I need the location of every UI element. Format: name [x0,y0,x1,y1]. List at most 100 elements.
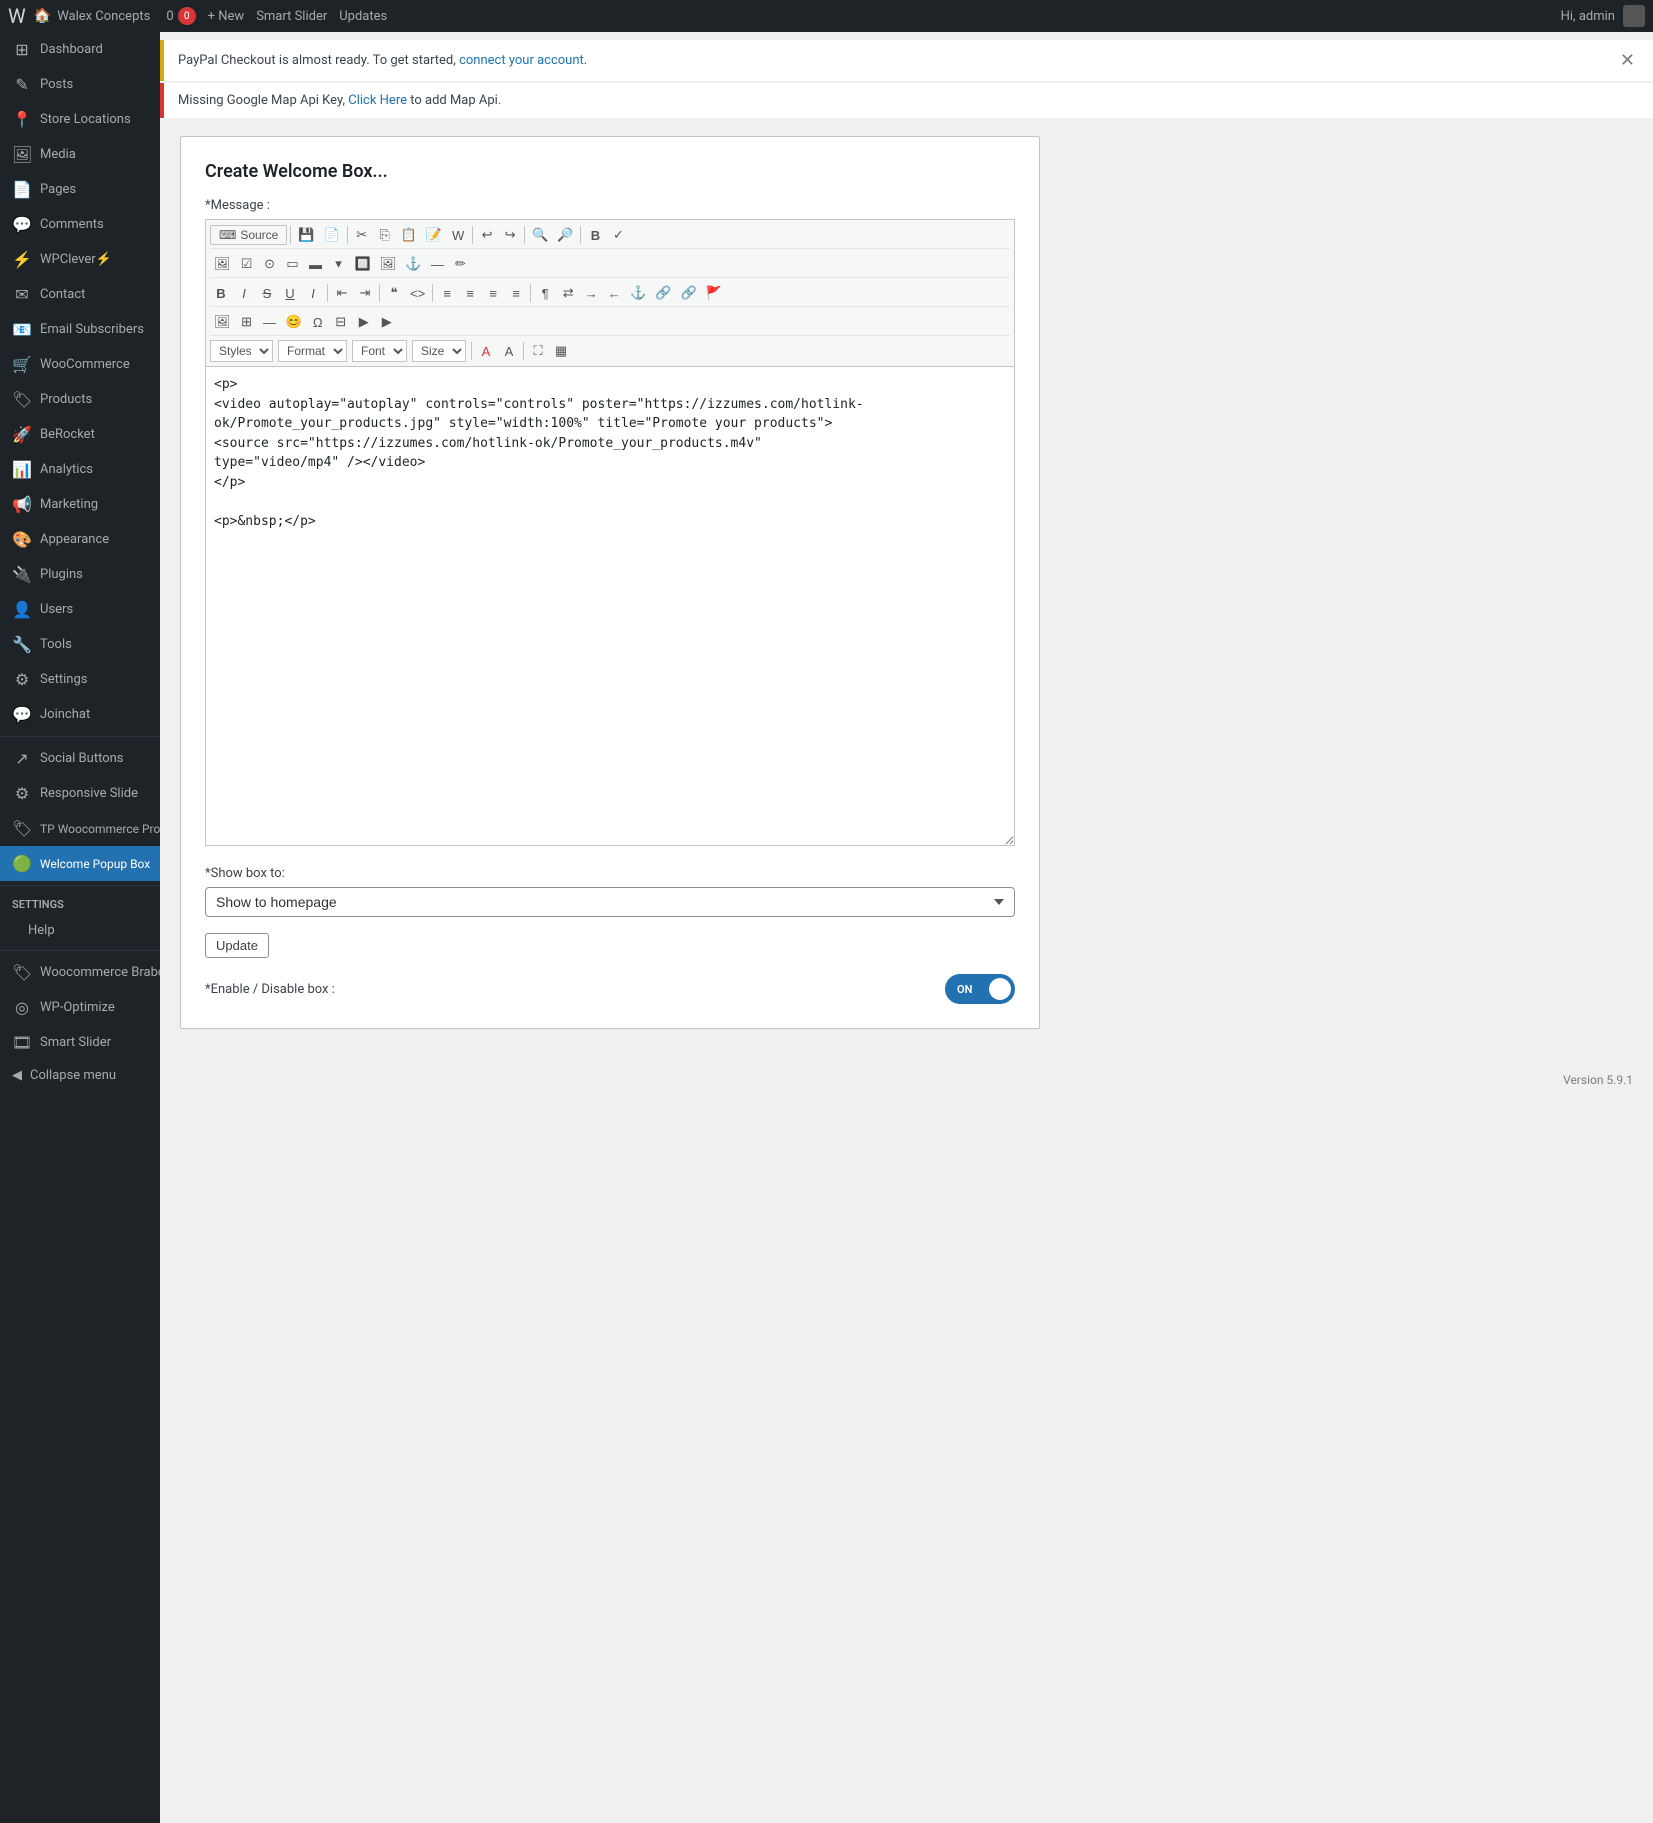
special-char-btn[interactable]: Ω [307,311,329,333]
sidebar-item-marketing[interactable]: 📢 Marketing [0,487,160,522]
smiley-btn[interactable]: 😊 [282,311,306,333]
align-left-btn[interactable]: ≡ [436,282,458,304]
updates-link[interactable]: Updates [339,9,387,24]
italic-btn[interactable]: I [233,282,255,304]
sidebar-item-plugins[interactable]: 🔌 Plugins [0,557,160,592]
bg-color-btn[interactable]: A [498,340,520,362]
admin-avatar[interactable] [1623,5,1645,27]
sidebar-item-posts[interactable]: ✎ Posts [0,67,160,102]
sidebar-item-dashboard[interactable]: ⊞ Dashboard [0,32,160,67]
notifications-badge[interactable]: 0 [178,7,196,25]
wp-logo[interactable]: W [8,4,26,28]
divider-btn[interactable]: — [426,253,448,275]
sidebar-item-tools[interactable]: 🔧 Tools [0,627,160,662]
sidebar-item-wp-optimize[interactable]: ◎ WP-Optimize [0,990,160,1025]
sidebar-item-analytics[interactable]: 📊 Analytics [0,452,160,487]
paypal-notice-close[interactable]: ✕ [1616,50,1639,71]
rtl-btn[interactable]: ← [603,282,625,304]
sidebar-item-comments[interactable]: 💬 Comments [0,207,160,242]
editor-content-area[interactable]: <p> <video autoplay="autoplay" controls=… [205,366,1015,846]
find-btn[interactable]: 🔍 [528,224,552,246]
hr-btn[interactable]: — [259,311,281,333]
textarea-btn[interactable]: ▬ [305,253,327,275]
google-map-click-here-link[interactable]: Click Here [348,93,407,108]
update-button[interactable]: Update [205,933,269,958]
textfield-btn[interactable]: ▭ [282,253,304,275]
enable-toggle[interactable]: ON [945,974,1015,1004]
bold-btn[interactable]: B [210,282,232,304]
sidebar-item-contact[interactable]: ✉ Contact [0,277,160,312]
align-justify-btn[interactable]: ≡ [505,282,527,304]
sidebar-item-wpclever[interactable]: ⚡ WPClever⚡ [0,242,160,277]
align-right-btn[interactable]: ≡ [482,282,504,304]
bold-toolbar-btn[interactable]: B [584,224,606,246]
font-select[interactable]: Font [352,340,407,362]
sidebar-item-pages[interactable]: 📄 Pages [0,172,160,207]
format-select[interactable]: Format [278,340,347,362]
sidebar-item-joinchat[interactable]: 💬 Joinchat [0,697,160,732]
sidebar-item-products[interactable]: 🏷 Products [0,382,160,417]
find-replace-btn[interactable]: 🔎 [553,224,577,246]
sidebar-item-tp-woocommerce[interactable]: 🏷 TP Woocommerce Product Gallery [0,811,160,846]
sidebar-item-settings[interactable]: ⚙ Settings [0,662,160,697]
ltr-btn[interactable]: → [580,282,602,304]
sidebar-item-woocommerce-brabd[interactable]: 🏷 Woocommerce Brabd [0,955,160,990]
decrease-indent-btn[interactable]: ⇤ [331,282,353,304]
button-btn[interactable]: 🔲 [351,253,375,275]
img-btn[interactable]: 🖼 [376,253,401,275]
styles-select[interactable]: Styles [210,340,273,362]
show-blocks-btn[interactable]: ▦ [550,340,572,362]
new-doc-btn[interactable]: 📄 [320,224,344,246]
paypal-connect-link[interactable]: connect your account [459,53,584,68]
save-btn[interactable]: 💾 [294,224,318,246]
spellcheck-btn[interactable]: ✓ [607,224,629,246]
link-btn[interactable]: 🔗 [651,282,675,304]
maximize-btn[interactable]: ⛶ [527,340,549,362]
sidebar-item-users[interactable]: 👤 Users [0,592,160,627]
insert-media-btn[interactable]: ▶ [376,311,398,333]
sidebar-item-welcome-popup[interactable]: 🟢 Welcome Popup Box [0,846,160,881]
sidebar-item-appearance[interactable]: 🎨 Appearance [0,522,160,557]
italic2-btn[interactable]: I [302,282,324,304]
align-center-btn[interactable]: ≡ [459,282,481,304]
copy-btn[interactable]: ⎘ [374,224,396,246]
sidebar-item-help[interactable]: Help [0,915,160,946]
sidebar-item-smart-slider[interactable]: 🎞 Smart Slider [0,1025,160,1060]
redo-btn[interactable]: ↪ [499,224,521,246]
notifications-count[interactable]: 0 [166,9,173,24]
sidebar-item-responsive-slide[interactable]: ⚙ Responsive Slide [0,776,160,811]
paste-text-btn[interactable]: 📝 [422,224,446,246]
paragraph-btn[interactable]: ¶ [534,282,556,304]
pagebreak-btn[interactable]: ⊟ [330,311,352,333]
cut-btn[interactable]: ✂ [351,224,373,246]
checkbox-btn[interactable]: ☑ [236,253,258,275]
sidebar-item-email-subscribers[interactable]: 📧 Email Subscribers [0,312,160,347]
collapse-menu-button[interactable]: ◀ Collapse menu [0,1060,160,1091]
flag-btn[interactable]: 🚩 [702,282,726,304]
strikethrough-btn[interactable]: S [256,282,278,304]
bidi-btn[interactable]: ⇄ [557,282,579,304]
anchor-btn[interactable]: ⚓ [401,253,425,275]
show-box-to-select[interactable]: Show to homepage [205,887,1015,917]
undo-btn[interactable]: ↩ [476,224,498,246]
unlink-btn[interactable]: 🔗 [677,282,701,304]
smart-slider-link[interactable]: Smart Slider [256,9,327,24]
source-button[interactable]: ⌨ Source [210,225,287,245]
insert-image-btn[interactable]: 🖼 [210,311,235,333]
new-content-button[interactable]: + New [208,9,245,24]
blockquote-btn[interactable]: ❝ [383,282,405,304]
radio-btn[interactable]: ⊙ [259,253,281,275]
table-btn[interactable]: ⊞ [236,311,258,333]
select-btn[interactable]: ▾ [328,253,350,275]
sidebar-item-media[interactable]: 🖼 Media [0,137,160,172]
image-btn[interactable]: 🖼 [210,253,235,275]
draw-btn[interactable]: ✏ [449,253,471,275]
home-icon[interactable]: 🏠 [34,8,51,24]
sidebar-item-woocommerce[interactable]: 🛒 WooCommerce [0,347,160,382]
font-color-btn[interactable]: A [475,340,497,362]
anchor2-btn[interactable]: ⚓ [626,282,650,304]
underline-btn[interactable]: U [279,282,301,304]
iframe-btn[interactable]: ▶ [353,311,375,333]
paste-word-btn[interactable]: W [447,224,469,246]
paste-btn[interactable]: 📋 [397,224,421,246]
